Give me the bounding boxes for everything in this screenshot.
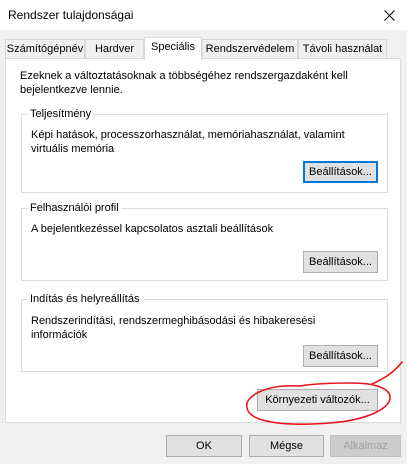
system-properties-window: Rendszer tulajdonságai Számítógépnév Har… <box>0 0 407 464</box>
close-icon <box>383 9 395 21</box>
startup-recovery-settings-button[interactable]: Beállítások... <box>303 345 378 367</box>
performance-title: Teljesítmény <box>28 107 94 121</box>
startup-recovery-title: Indítás és helyreállítás <box>28 292 142 306</box>
tab-strip: Számítógépnév Hardver Speciális Rendszer… <box>5 37 402 60</box>
ok-button[interactable]: OK <box>166 435 242 457</box>
tab-remote[interactable]: Távoli használat <box>298 39 387 59</box>
cancel-button[interactable]: Mégse <box>249 435 324 457</box>
environment-variables-button[interactable]: Környezeti változók... <box>257 389 378 411</box>
user-profiles-description: A bejelentkezéssel kapcsolatos asztali b… <box>31 223 274 235</box>
close-button[interactable] <box>371 0 407 30</box>
user-profiles-title: Felhasználói profil <box>28 201 121 215</box>
performance-settings-button[interactable]: Beállítások... <box>303 161 378 183</box>
user-profiles-group: Felhasználói profil A bejelentkezéssel k… <box>21 201 388 281</box>
startup-recovery-description: Rendszerindítási, rendszermeghibásodási … <box>31 315 316 341</box>
user-profiles-settings-button[interactable]: Beállítások... <box>303 251 378 273</box>
performance-group: Teljesítmény Képi hatások, processzorhas… <box>21 107 388 193</box>
tab-computer-name[interactable]: Számítógépnév <box>5 39 85 59</box>
tab-advanced[interactable]: Speciális <box>144 37 202 60</box>
tab-hardware[interactable]: Hardver <box>85 39 144 59</box>
performance-description: Képi hatások, processzorhasználat, memór… <box>31 129 345 155</box>
advanced-tab-panel: Ezeknek a változtatásoknak a többségéhez… <box>5 58 401 423</box>
title-bar: Rendszer tulajdonságai <box>0 0 407 30</box>
window-title: Rendszer tulajdonságai <box>8 8 134 22</box>
tab-system-protection[interactable]: Rendszervédelem <box>202 39 298 59</box>
apply-button: Alkalmaz <box>330 435 401 457</box>
startup-recovery-group: Indítás és helyreállítás Rendszerindítás… <box>21 292 388 372</box>
admin-notice: Ezeknek a változtatásoknak a többségéhez… <box>20 70 348 96</box>
